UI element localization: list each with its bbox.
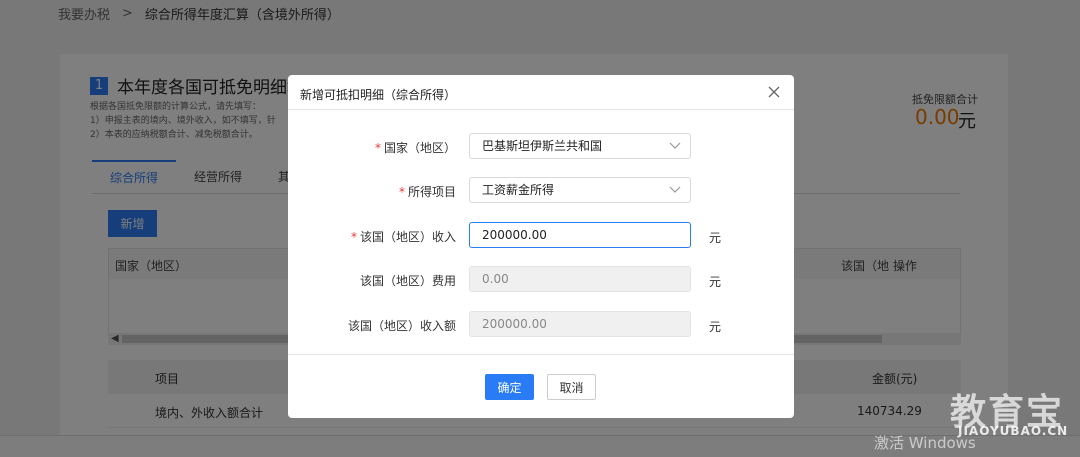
chevron-down-icon [669, 142, 681, 149]
required-mark: * [398, 185, 405, 199]
net-income-row: 该国（地区）收入额 200000.00 元 [288, 311, 794, 339]
unit-label: 元 [709, 231, 722, 245]
dialog-title: 新增可抵扣明细（综合所得） [300, 88, 457, 102]
income-input[interactable]: 200000.00 [469, 222, 691, 248]
country-label: * 国家（地区） [374, 141, 456, 155]
dialog-footer: 确定 取消 [288, 354, 794, 418]
expense-label: 该国（地区）费用 [359, 274, 456, 288]
expense-input: 0.00 [469, 266, 691, 292]
country-row: * 国家（地区） 巴基斯坦伊斯兰共和国 [288, 133, 794, 161]
expense-row: 该国（地区）费用 0.00 元 [288, 266, 794, 294]
add-credit-dialog: 新增可抵扣明细（综合所得） * 国家（地区） 巴基斯坦伊斯兰共和国 * 所得项目 工… [288, 75, 794, 418]
close-icon[interactable] [766, 84, 782, 100]
required-mark: * [350, 230, 357, 244]
dialog-header: 新增可抵扣明细（综合所得） [288, 75, 794, 110]
confirm-button[interactable]: 确定 [485, 374, 534, 400]
income-type-label: * 所得项目 [398, 185, 456, 199]
chevron-down-icon [669, 186, 681, 193]
unit-label: 元 [709, 275, 722, 289]
cancel-button[interactable]: 取消 [547, 374, 596, 400]
country-value: 巴基斯坦伊斯兰共和国 [482, 139, 603, 153]
net-income-label: 该国（地区）收入额 [347, 319, 456, 333]
income-row: * 该国（地区）收入 200000.00 元 [288, 222, 794, 250]
income-label: * 该国（地区）收入 [350, 230, 456, 244]
country-select[interactable]: 巴基斯坦伊斯兰共和国 [469, 133, 691, 159]
income-type-select[interactable]: 工资薪金所得 [469, 177, 691, 203]
income-type-row: * 所得项目 工资薪金所得 [288, 177, 794, 205]
required-mark: * [374, 141, 381, 155]
windows-activation-notice: 激活 Windows [874, 434, 976, 452]
net-income-input: 200000.00 [469, 311, 691, 337]
unit-label: 元 [709, 320, 722, 334]
income-type-value: 工资薪金所得 [482, 183, 555, 197]
